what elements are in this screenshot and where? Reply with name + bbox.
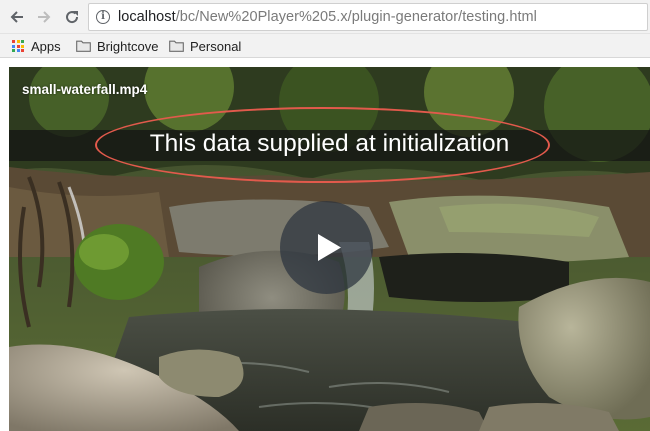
address-bar[interactable]: i localhost/bc/New%20Player%205.x/plugin…	[88, 3, 648, 31]
apps-grid-dot	[16, 49, 20, 52]
bookmark-personal[interactable]: Personal	[169, 38, 241, 54]
browser-window: i localhost/bc/New%20Player%205.x/plugin…	[0, 0, 650, 431]
apps-grid-dot	[16, 44, 20, 48]
url-path: /bc/New%20Player%205.x/plugin-generator/…	[175, 9, 537, 25]
apps-grid-dot	[12, 44, 15, 48]
back-button[interactable]	[7, 7, 27, 27]
bookmark-label: Brightcove	[97, 38, 159, 54]
video-player[interactable]: small-waterfall.mp4 This data supplied a…	[9, 67, 650, 431]
reload-button[interactable]	[62, 7, 82, 27]
apps-grid-dot	[12, 40, 15, 43]
apps-grid-dot	[21, 49, 24, 52]
apps-grid-dot	[16, 40, 20, 43]
apps-grid-dot	[21, 44, 24, 48]
bookmark-label: Personal	[190, 38, 242, 54]
folder-icon	[76, 40, 91, 52]
forward-button[interactable]	[34, 7, 54, 27]
annotation-ellipse	[95, 107, 550, 183]
big-play-button[interactable]	[280, 201, 373, 294]
page-content: small-waterfall.mp4 This data supplied a…	[0, 58, 650, 431]
video-title: small-waterfall.mp4	[22, 82, 148, 97]
folder-icon	[169, 40, 184, 52]
apps-grid-icon	[12, 40, 24, 52]
bookmark-label: Apps	[31, 38, 61, 54]
bookmark-apps[interactable]: Apps	[12, 38, 61, 54]
apps-grid-dot	[21, 40, 24, 43]
play-icon	[318, 234, 341, 261]
bookmarks-bar: Apps Brightcove Personal	[0, 34, 650, 58]
bookmark-brightcove[interactable]: Brightcove	[76, 38, 158, 54]
url-text[interactable]: localhost/bc/New%20Player%205.x/plugin-g…	[118, 9, 537, 25]
apps-grid-dot	[12, 49, 15, 52]
arrow-left-icon	[10, 11, 23, 23]
browser-toolbar: i localhost/bc/New%20Player%205.x/plugin…	[0, 0, 650, 34]
info-icon[interactable]: i	[96, 10, 110, 24]
url-host: localhost	[118, 9, 176, 25]
arrow-right-icon	[38, 11, 51, 23]
reload-icon	[66, 11, 79, 24]
